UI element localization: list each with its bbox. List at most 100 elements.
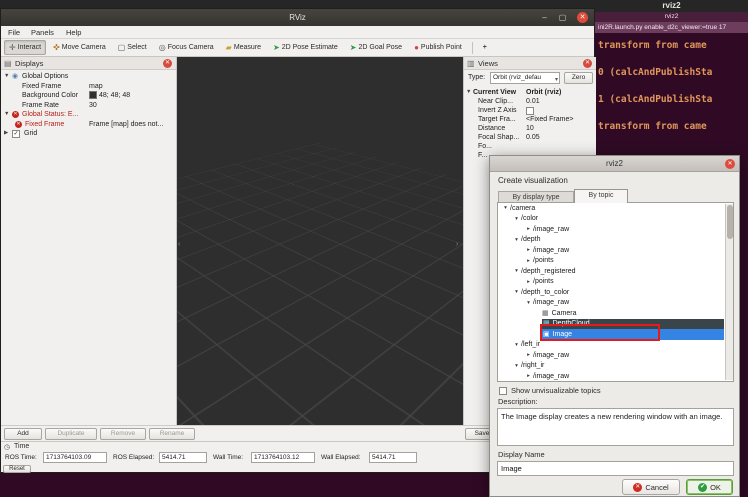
expand-arrow-icon[interactable]: ▸ xyxy=(524,373,533,379)
tree-row[interactable]: ▸/image_raw xyxy=(498,224,724,235)
tree-row[interactable]: ▾/color xyxy=(498,214,724,225)
cancel-button[interactable]: ✕ Cancel xyxy=(622,479,680,495)
dialog-close-icon[interactable]: ✕ xyxy=(725,159,735,169)
row-value[interactable]: <Fixed Frame> xyxy=(526,115,573,124)
tree-row[interactable]: ▾/image_raw xyxy=(498,298,724,309)
pose-estimate-tool[interactable]: ➤ 2D Pose Estimate xyxy=(268,40,343,55)
expand-arrow-icon[interactable]: ▾ xyxy=(501,205,510,211)
menu-help[interactable]: Help xyxy=(63,27,84,38)
views-row-near-clip[interactable]: Near Clip... 0.01 xyxy=(464,97,597,106)
expand-arrow-icon[interactable]: ▾ xyxy=(512,216,521,222)
reset-button[interactable]: Reset xyxy=(3,465,31,473)
displays-row-global-options[interactable]: ▼ ◉ Global Options xyxy=(1,72,177,82)
move-camera-tool[interactable]: ✜ Move Camera xyxy=(48,40,111,55)
show-unvisualizable-checkbox[interactable] xyxy=(499,387,507,395)
expand-arrow-icon[interactable]: ▼ xyxy=(4,72,9,82)
displays-close-icon[interactable]: ✕ xyxy=(163,59,172,68)
duplicate-display-button[interactable]: Duplicate xyxy=(45,428,97,440)
displays-row-fixed-frame[interactable]: Fixed Frame map xyxy=(1,82,177,92)
expand-arrow-icon[interactable]: ▸ xyxy=(524,258,533,264)
interact-tool[interactable]: ✛ Interact xyxy=(4,40,46,55)
splitter-left-handle[interactable]: ‹ xyxy=(178,241,180,248)
views-row-invert-z[interactable]: Invert Z Axis xyxy=(464,106,597,115)
tree-row[interactable]: ▾/depth_registered xyxy=(498,266,724,277)
viewport-3d[interactable] xyxy=(177,57,463,425)
rename-display-button[interactable]: Rename xyxy=(149,428,195,440)
rviz-titlebar[interactable]: RViz – ▢ ✕ xyxy=(1,9,594,26)
expand-arrow-icon[interactable]: ▾ xyxy=(512,289,521,295)
expand-arrow-icon[interactable]: ▸ xyxy=(524,352,533,358)
tree-row[interactable]: ▾/right_ir xyxy=(498,361,724,372)
grid-checkbox[interactable]: ✓ xyxy=(12,130,20,138)
minimize-button[interactable]: – xyxy=(539,12,550,23)
dialog-titlebar[interactable]: rviz2 ✕ xyxy=(490,156,739,172)
views-close-icon[interactable]: ✕ xyxy=(583,59,592,68)
select-tool[interactable]: ▢ Select xyxy=(113,40,152,55)
displays-row-grid[interactable]: ▶ ✓ Grid xyxy=(1,129,177,139)
invert-z-checkbox[interactable] xyxy=(526,107,534,115)
expand-arrow-icon[interactable]: ▾ xyxy=(512,268,521,274)
views-row-target-frame[interactable]: Target Fra... <Fixed Frame> xyxy=(464,115,597,124)
ros-time-field[interactable]: 1713764103.09 xyxy=(43,452,107,463)
views-row-distance[interactable]: Distance 10 xyxy=(464,124,597,133)
expand-arrow-icon[interactable]: ▾ xyxy=(512,363,521,369)
displays-row-frame-rate[interactable]: Frame Rate 30 xyxy=(1,101,177,111)
views-row-current-view[interactable]: ▼ Current View Orbit (rviz) xyxy=(464,88,597,97)
tree-row[interactable]: ▸/image_raw xyxy=(498,371,724,382)
displays-row-global-status[interactable]: ▼ ✕ Global Status: E... xyxy=(1,110,177,120)
view-type-dropdown[interactable]: Orbit (rviz_defau ▾ xyxy=(490,72,560,84)
expand-arrow-icon[interactable]: ▼ xyxy=(466,88,471,97)
displays-row-status-fixed-frame[interactable]: ✕ Fixed Frame Frame [map] does not... xyxy=(1,120,177,130)
ros-elapsed-field[interactable]: 5414.71 xyxy=(159,452,207,463)
row-value[interactable]: 10 xyxy=(526,124,534,133)
scrollbar-thumb[interactable] xyxy=(727,205,733,239)
row-value[interactable]: 30 xyxy=(89,101,97,111)
expand-arrow-icon[interactable]: ▸ xyxy=(524,247,533,253)
expand-arrow-icon[interactable]: ▶ xyxy=(4,129,8,139)
ok-button[interactable]: ✔ OK xyxy=(686,479,733,495)
add-tool-button[interactable]: + xyxy=(478,40,492,55)
publish-point-tool[interactable]: ● Publish Point xyxy=(409,40,467,55)
expand-arrow-icon[interactable]: ▸ xyxy=(524,226,533,232)
tree-row[interactable]: ▸/image_raw xyxy=(498,350,724,361)
tree-row[interactable]: ▸/points xyxy=(498,277,724,288)
tree-scrollbar[interactable] xyxy=(725,204,734,380)
terminal-tab[interactable]: rviz2 xyxy=(595,12,748,22)
views-row-extra1[interactable]: Fo... xyxy=(464,142,597,151)
wall-elapsed-field[interactable]: 5414.71 xyxy=(369,452,417,463)
row-value[interactable]: 48; 48; 48 xyxy=(99,91,130,101)
row-value[interactable]: 0.05 xyxy=(526,133,540,142)
menu-file[interactable]: File xyxy=(5,27,23,38)
add-display-button[interactable]: Add xyxy=(4,428,42,440)
zero-button[interactable]: Zero xyxy=(564,72,593,84)
maximize-button[interactable]: ▢ xyxy=(557,12,568,23)
views-row-focal-shape[interactable]: Focal Shap... 0.05 xyxy=(464,133,597,142)
expand-arrow-icon[interactable]: ▸ xyxy=(524,279,533,285)
expand-arrow-icon[interactable]: ▼ xyxy=(4,110,9,120)
wall-time-field[interactable]: 1713764103.12 xyxy=(251,452,315,463)
menu-panels[interactable]: Panels xyxy=(28,27,57,38)
focus-camera-tool[interactable]: ◎ Focus Camera xyxy=(154,40,219,55)
row-label: F... xyxy=(478,151,487,160)
tree-row[interactable]: ▾/depth_to_color xyxy=(498,287,724,298)
tree-row[interactable]: ▾/left_ir xyxy=(498,340,724,351)
remove-display-button[interactable]: Remove xyxy=(100,428,146,440)
displays-row-background-color[interactable]: Background Color 48; 48; 48 xyxy=(1,91,177,101)
tree-row[interactable]: ▾/camera xyxy=(498,203,724,214)
tree-row[interactable]: ▸/points xyxy=(498,256,724,267)
expand-arrow-icon[interactable]: ▾ xyxy=(512,237,521,243)
close-button[interactable]: ✕ xyxy=(577,12,588,23)
expand-arrow-icon[interactable]: ▾ xyxy=(524,300,533,306)
measure-tool[interactable]: ▰ Measure xyxy=(221,40,266,55)
row-value[interactable]: 0.01 xyxy=(526,97,540,106)
row-value[interactable]: map xyxy=(89,82,103,92)
tree-row[interactable]: ▾/depth xyxy=(498,235,724,246)
tab-by-topic[interactable]: By topic xyxy=(574,189,628,203)
display-name-input[interactable]: Image xyxy=(497,461,734,476)
tree-row-camera[interactable]: ▦ Camera xyxy=(498,308,724,319)
tree-row[interactable]: ▸/image_raw xyxy=(498,245,724,256)
expand-arrow-icon[interactable]: ▾ xyxy=(512,342,521,348)
splitter-right-handle[interactable]: › xyxy=(456,241,458,248)
goal-pose-tool[interactable]: ➤ 2D Goal Pose xyxy=(345,40,407,55)
terminal-command-bar: ini2R.launch.py enable_d2c_viewer:=true … xyxy=(595,22,748,33)
